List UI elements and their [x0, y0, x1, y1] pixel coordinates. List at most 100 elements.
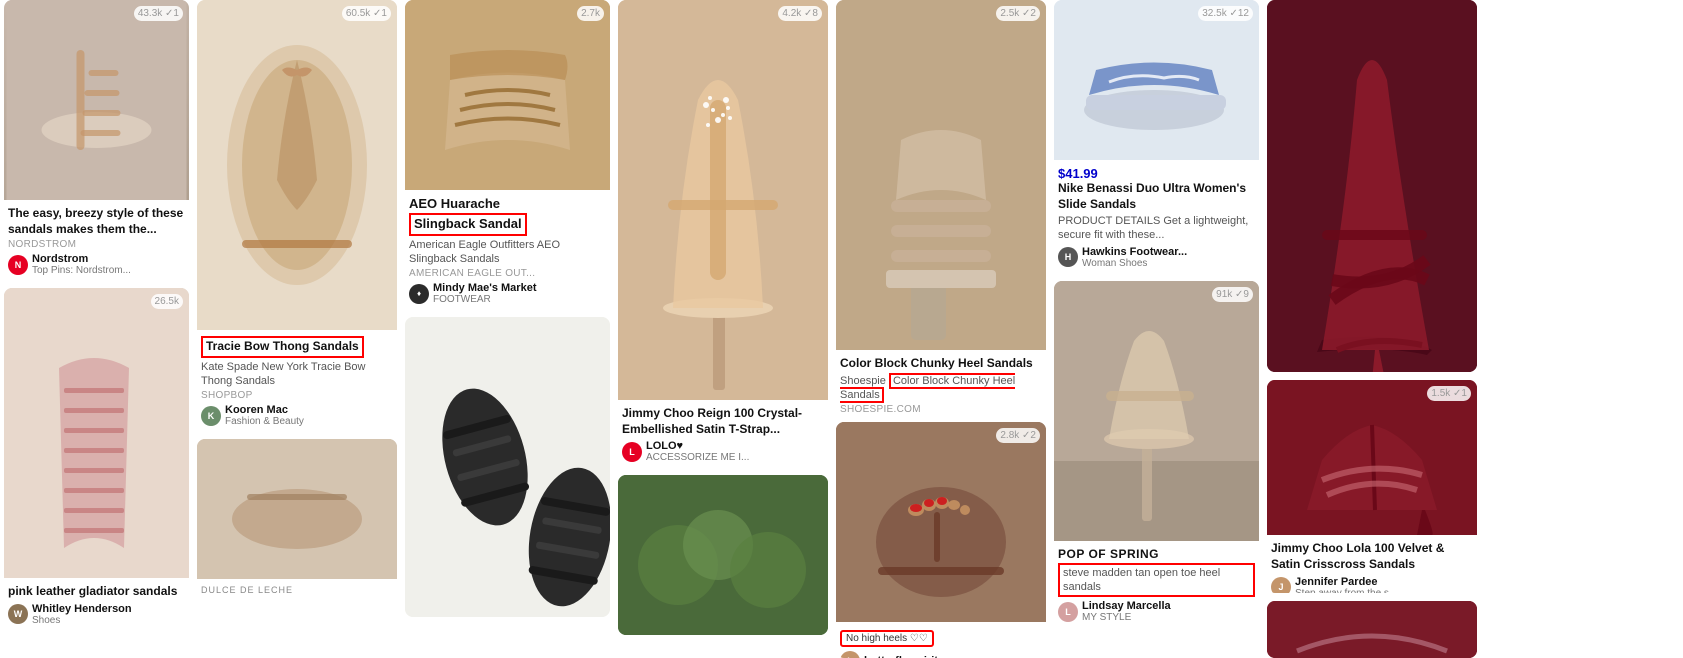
pin-image — [405, 317, 610, 617]
pin-card[interactable]: 2.5k ✓2 Color Block Chunky Heel Sandals … — [836, 0, 1046, 414]
pin-info: Jimmy Choo Lola 100 Velvet & Satin Criss… — [1267, 535, 1477, 592]
title-highlight: Slingback Sandal — [409, 213, 527, 236]
pin-info: Color Block Chunky Heel Sandals Shoespie… — [836, 350, 1046, 414]
user-info: W Whitley Henderson Shoes — [8, 603, 185, 626]
pin-image: 43.3k ✓1 — [4, 0, 189, 200]
avatar: ♦ — [409, 284, 429, 304]
pin-stats: 1.5k ✓1 — [1427, 386, 1471, 401]
image-svg — [618, 475, 828, 635]
avatar: W — [8, 604, 28, 624]
pin-image — [197, 439, 397, 579]
pin-card[interactable] — [1267, 601, 1477, 658]
shoe-image-svg — [4, 0, 189, 200]
pin-title: pink leather gladiator sandals — [8, 584, 185, 600]
column-3: 2.7k AEO HuaracheSlingback Sandal Americ… — [405, 0, 610, 658]
avatar: J — [1271, 577, 1291, 593]
user-name: Nordstrom — [32, 253, 131, 265]
user-info: J Jennifer Pardee Step away from the s..… — [1271, 576, 1473, 593]
user-details: Whitley Henderson Shoes — [32, 603, 132, 626]
pin-title-highlighted: Tracie Bow Thong Sandals — [201, 336, 364, 358]
section-title: POP OF SPRING — [1058, 547, 1255, 561]
pin-stats: 2.8k ✓2 — [996, 428, 1040, 443]
pin-info: $41.99 Nike Benassi Duo Ultra Women's Sl… — [1054, 160, 1259, 273]
pin-image — [1267, 0, 1477, 372]
pin-card[interactable]: 2.7k AEO HuaracheSlingback Sandal Americ… — [405, 0, 610, 309]
user-details: Jennifer Pardee Step away from the s... — [1295, 576, 1397, 593]
pin-subtitle: steve madden tan open toe heel sandals — [1058, 561, 1255, 598]
shoe-image-svg — [405, 317, 610, 617]
pin-card[interactable]: 4.2k ✓8 Jimmy Choo Reign 100 Crystal-Emb… — [618, 0, 828, 467]
column-5: 2.5k ✓2 Color Block Chunky Heel Sandals … — [836, 0, 1046, 658]
pin-card[interactable]: 43.3k ✓1 The easy, breezy style of these… — [4, 0, 189, 280]
pin-source: Nordstrom — [8, 239, 185, 250]
user-board: ACCESSORIZE ME I... — [646, 452, 749, 463]
pin-card[interactable]: 91k ✓9 POP OF SPRING steve madden tan op… — [1054, 281, 1259, 628]
user-info: ♦ Mindy Mae's Market FOOTWEAR — [409, 282, 606, 305]
user-details: Lindsay Marcella MY STYLE — [1082, 600, 1171, 623]
pin-card[interactable]: DULCE DE LECHE — [197, 439, 397, 599]
user-details: Mindy Mae's Market FOOTWEAR — [433, 282, 536, 305]
pin-title: AEO HuaracheSlingback Sandal — [409, 196, 606, 236]
user-board: MY STYLE — [1082, 612, 1171, 623]
shoe-image-svg — [836, 0, 1046, 350]
tag-badge: No high heels ♡♡ — [840, 630, 934, 647]
user-board: Step away from the s... — [1295, 588, 1397, 593]
user-name: Hawkins Footwear... — [1082, 246, 1187, 258]
shoe-image-svg — [1054, 0, 1259, 160]
user-details: LOLO♥ ACCESSORIZE ME I... — [646, 440, 749, 463]
user-name: Kooren Mac — [225, 404, 304, 416]
shoe-image-svg — [1267, 601, 1477, 658]
user-name: LOLO♥ — [646, 440, 749, 452]
pin-card[interactable] — [1267, 0, 1477, 372]
pin-image: 2.8k ✓2 — [836, 422, 1046, 622]
pin-info: DULCE DE LECHE — [197, 579, 397, 599]
shoe-image-svg — [4, 288, 189, 578]
pin-image: 2.5k ✓2 — [836, 0, 1046, 350]
avatar: N — [8, 255, 28, 275]
pin-card[interactable]: 1.5k ✓1 Jimmy Choo Lola 100 Velvet & Sat… — [1267, 380, 1477, 592]
user-info: b butterfly spirit — [840, 651, 1042, 658]
pin-stats: 60.5k ✓1 — [342, 6, 391, 21]
user-details: Nordstrom Top Pins: Nordstrom... — [32, 253, 131, 276]
avatar: H — [1058, 247, 1078, 267]
pin-info: POP OF SPRING steve madden tan open toe … — [1054, 541, 1259, 628]
pin-title: Nike Benassi Duo Ultra Women's Slide San… — [1058, 181, 1255, 212]
pin-info: The easy, breezy style of these sandals … — [4, 200, 189, 280]
user-board: Top Pins: Nordstrom... — [32, 265, 131, 276]
user-info: N Nordstrom Top Pins: Nordstrom... — [8, 253, 185, 276]
pin-card[interactable]: 26.5k pink leather gladiator sandals W W… — [4, 288, 189, 630]
pin-source: SHOPBOP — [201, 390, 393, 401]
user-board: Woman Shoes — [1082, 258, 1187, 269]
pin-image: 4.2k ✓8 — [618, 0, 828, 400]
user-name: Jennifer Pardee — [1295, 576, 1397, 588]
pin-subtitle: Kate Spade New York Tracie Bow Thong San… — [201, 360, 393, 389]
pin-source: DULCE DE LECHE — [201, 585, 393, 595]
shoe-image-svg — [618, 0, 828, 400]
pin-title: Color Block Chunky Heel Sandals — [840, 356, 1042, 372]
column-1: 43.3k ✓1 The easy, breezy style of these… — [4, 0, 189, 658]
pin-image: 1.5k ✓1 — [1267, 380, 1477, 535]
user-board: Fashion & Beauty — [225, 416, 304, 427]
masonry-grid: 43.3k ✓1 The easy, breezy style of these… — [0, 0, 1683, 658]
user-name: Whitley Henderson — [32, 603, 132, 615]
pin-card[interactable] — [405, 317, 610, 617]
pin-stats: 2.5k ✓2 — [996, 6, 1040, 21]
pin-source: Shoespie.com — [840, 404, 1042, 414]
pin-image: 2.7k — [405, 0, 610, 190]
user-board: Shoes — [32, 615, 132, 626]
column-7: 1.5k ✓1 Jimmy Choo Lola 100 Velvet & Sat… — [1267, 0, 1477, 658]
pin-card[interactable] — [618, 475, 828, 635]
pin-card[interactable]: 60.5k ✓1 Tracie Bow Thong Sandals Kate S… — [197, 0, 397, 431]
pin-source: American Eagle Out... — [409, 268, 606, 279]
subtitle-highlight: Color Block Chunky Heel Sandals — [840, 373, 1015, 403]
column-4: 4.2k ✓8 Jimmy Choo Reign 100 Crystal-Emb… — [618, 0, 828, 658]
pin-title: The easy, breezy style of these sandals … — [8, 206, 185, 237]
avatar: K — [201, 406, 221, 426]
pin-card[interactable]: 32.5k ✓12 $41.99 Nike Benassi Duo Ultra … — [1054, 0, 1259, 273]
pin-image — [618, 475, 828, 635]
pin-card[interactable]: 2.8k ✓2 No high heels ♡♡ b butterfly spi… — [836, 422, 1046, 658]
pin-info: AEO HuaracheSlingback Sandal American Ea… — [405, 190, 610, 309]
pin-image: 60.5k ✓1 — [197, 0, 397, 330]
user-info: L Lindsay Marcella MY STYLE — [1058, 600, 1255, 623]
user-info: K Kooren Mac Fashion & Beauty — [201, 404, 393, 427]
